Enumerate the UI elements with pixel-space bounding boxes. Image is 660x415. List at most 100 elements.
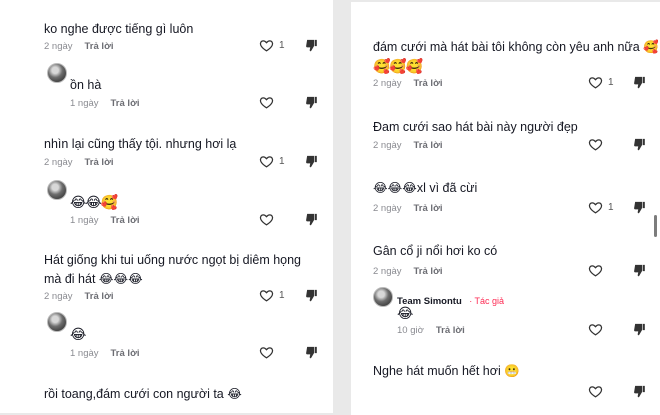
heart-icon[interactable] bbox=[588, 137, 603, 152]
heart-icon bbox=[588, 200, 603, 215]
reply-button[interactable]: Trả lời bbox=[85, 157, 114, 168]
comment-text: 😂 bbox=[397, 305, 413, 321]
like-count: 1 bbox=[608, 202, 614, 213]
thumbs-down-icon[interactable] bbox=[304, 212, 319, 227]
heart-icon bbox=[259, 38, 274, 53]
comment-item: nhìn lại cũng thấy tội. nhưng hơi lạ bbox=[44, 135, 236, 154]
comment-text: 😂 bbox=[70, 326, 86, 342]
reply-button[interactable]: Trả lời bbox=[85, 41, 114, 52]
reply-item: 😂😂🥰 bbox=[70, 193, 118, 212]
comment-time: 2 ngày bbox=[44, 41, 73, 52]
heart-icon[interactable] bbox=[588, 263, 603, 278]
comment-meta: 2 ngày Trả lời bbox=[373, 203, 442, 214]
thumbs-down-icon[interactable] bbox=[632, 200, 647, 215]
thumbs-down-icon[interactable] bbox=[304, 38, 319, 53]
comment-meta: 1 ngày Trả lời bbox=[70, 215, 139, 226]
like-count: 1 bbox=[279, 156, 285, 167]
thumbs-down-icon[interactable] bbox=[632, 263, 647, 278]
comment-time: 2 ngày bbox=[44, 157, 73, 168]
thumbs-down-icon[interactable] bbox=[632, 137, 647, 152]
reply-button[interactable]: Trả lời bbox=[111, 98, 140, 109]
thumbs-down-icon[interactable] bbox=[304, 288, 319, 303]
author-badge: · Tác giả bbox=[469, 296, 505, 306]
comment-item: Hát giống khi tui uống nước ngọt bị diêm… bbox=[44, 251, 314, 289]
like-button[interactable]: 1 bbox=[259, 288, 285, 303]
comment-meta: 10 giờ Trả lời bbox=[397, 325, 465, 336]
reply-button[interactable]: Trả lời bbox=[111, 348, 140, 359]
comment-text: Hát giống khi tui uống nước ngọt bị diêm… bbox=[44, 253, 302, 286]
comment-meta: 2 ngày Trả lời bbox=[373, 140, 442, 151]
reply-button[interactable]: Trả lời bbox=[111, 215, 140, 226]
heart-icon[interactable] bbox=[588, 384, 603, 399]
comment-meta: 2 ngày Trả lời bbox=[373, 78, 442, 89]
heart-icon[interactable] bbox=[588, 322, 603, 337]
comment-text: 😂😂🥰 bbox=[70, 194, 118, 210]
comment-meta: 2 ngày Trả lời bbox=[44, 291, 113, 302]
thumbs-down-icon[interactable] bbox=[304, 95, 319, 110]
comment-time: 2 ngày bbox=[373, 266, 402, 277]
left-comment-panel: ko nghe được tiếng gì luôn 2 ngày Trả lờ… bbox=[0, 0, 333, 413]
reply-button[interactable]: Trả lời bbox=[414, 266, 443, 277]
thumbs-down-icon[interactable] bbox=[632, 75, 647, 90]
reply-item: 😂 bbox=[397, 304, 413, 323]
comment-time: 2 ngày bbox=[373, 140, 402, 151]
comment-text: nhìn lại cũng thấy tội. nhưng hơi lạ bbox=[44, 137, 237, 151]
avatar[interactable] bbox=[47, 180, 67, 200]
comment-item: ko nghe được tiếng gì luôn bbox=[44, 20, 193, 39]
reply-button[interactable]: Trả lời bbox=[85, 291, 114, 302]
like-button[interactable]: 1 bbox=[259, 154, 285, 169]
comment-time: 2 ngày bbox=[44, 291, 73, 302]
heart-icon[interactable] bbox=[259, 345, 274, 360]
like-count: 1 bbox=[279, 290, 285, 301]
heart-icon[interactable] bbox=[259, 212, 274, 227]
reply-item: ồn hà bbox=[70, 76, 101, 95]
comment-time: 2 ngày bbox=[373, 203, 402, 214]
comment-item: đám cưới mà hát bài tôi không còn yêu an… bbox=[373, 38, 659, 76]
thumbs-down-icon[interactable] bbox=[304, 154, 319, 169]
reply-button[interactable]: Trả lời bbox=[436, 325, 465, 336]
avatar[interactable] bbox=[373, 287, 393, 307]
comment-time: 10 giờ bbox=[397, 325, 424, 336]
like-button[interactable]: 1 bbox=[588, 75, 614, 90]
like-button[interactable]: 1 bbox=[588, 200, 614, 215]
like-count: 1 bbox=[279, 40, 285, 51]
comment-meta: 2 ngày Trả lời bbox=[44, 41, 113, 52]
like-count: 1 bbox=[608, 77, 614, 88]
thumbs-down-icon[interactable] bbox=[632, 322, 647, 337]
avatar[interactable] bbox=[47, 312, 67, 332]
comment-text: đám cưới mà hát bài tôi không còn yêu an… bbox=[373, 40, 659, 54]
heart-icon bbox=[259, 154, 274, 169]
thumbs-down-icon[interactable] bbox=[632, 384, 647, 399]
comment-time: 2 ngày bbox=[373, 78, 402, 89]
reply-author-line: Team Simontu · Tác giả bbox=[397, 291, 504, 309]
heart-icon bbox=[588, 75, 603, 90]
comment-meta: 1 ngày Trả lời bbox=[70, 348, 139, 359]
comment-text: 😂😂😂xl vì đã cừi bbox=[373, 181, 478, 195]
comment-text: Nghe hát muốn hết hơi 😬 bbox=[373, 364, 520, 378]
comment-meta: 2 ngày Trả lời bbox=[44, 157, 113, 168]
right-comment-panel: đám cưới mà hát bài tôi không còn yêu an… bbox=[351, 2, 660, 415]
comment-meta: 2 ngày Trả lời bbox=[373, 266, 442, 277]
reply-button[interactable]: Trả lời bbox=[414, 78, 443, 89]
comment-text: ko nghe được tiếng gì luôn bbox=[44, 22, 194, 36]
comment-item: Nghe hát muốn hết hơi 😬 bbox=[373, 362, 520, 381]
comment-text: Gân cổ ji nổi hơi ko có bbox=[373, 244, 498, 258]
comment-item: 😂😂😂xl vì đã cừi bbox=[373, 179, 477, 198]
reply-button[interactable]: Trả lời bbox=[414, 203, 443, 214]
comment-emoji: 🥰🥰🥰 bbox=[373, 58, 423, 74]
comment-item: rồi toang,đám cưới con người ta 😂 bbox=[44, 385, 242, 404]
heart-icon bbox=[259, 288, 274, 303]
comment-time: 1 ngày bbox=[70, 215, 99, 226]
comment-time: 1 ngày bbox=[70, 98, 99, 109]
heart-icon[interactable] bbox=[259, 95, 274, 110]
comment-text: rồi toang,đám cưới con người ta 😂 bbox=[44, 387, 242, 401]
comment-time: 1 ngày bbox=[70, 348, 99, 359]
reply-button[interactable]: Trả lời bbox=[414, 140, 443, 151]
avatar[interactable] bbox=[47, 63, 67, 83]
comment-item: Gân cổ ji nổi hơi ko có bbox=[373, 242, 497, 261]
scrollbar[interactable] bbox=[654, 215, 657, 237]
like-button[interactable]: 1 bbox=[259, 38, 285, 53]
comment-item: Đam cưới sao hát bài này người đẹp bbox=[373, 118, 578, 137]
comment-meta: 1 ngày Trả lời bbox=[70, 98, 139, 109]
thumbs-down-icon[interactable] bbox=[304, 345, 319, 360]
